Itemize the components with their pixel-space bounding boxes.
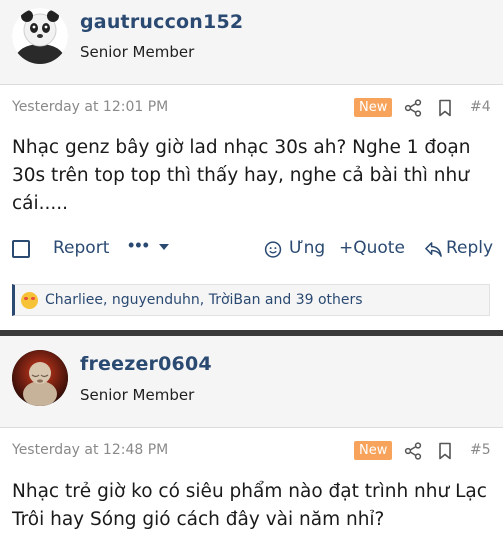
post-content: Nhạc trẻ giờ ko có siêu phẩm nào đạt trì…: [12, 481, 487, 530]
post-number[interactable]: #5: [470, 442, 491, 458]
monk-statue-avatar-icon: [12, 350, 68, 406]
user-title: Senior Member: [80, 386, 195, 404]
select-checkbox[interactable]: [12, 240, 30, 258]
more-options-button[interactable]: •••: [128, 235, 150, 256]
post-content: Nhạc genz bây giờ lad nhạc 30s ah? Nghe …: [12, 137, 471, 214]
reply-button[interactable]: Reply: [446, 238, 493, 258]
love-emoji-icon: [21, 292, 38, 309]
post-time[interactable]: Yesterday at 12:01 PM: [12, 99, 168, 115]
chevron-down-icon: [159, 244, 169, 250]
post-time[interactable]: Yesterday at 12:48 PM: [12, 442, 168, 458]
avatar[interactable]: [12, 350, 68, 406]
new-badge: New: [354, 441, 393, 460]
panda-avatar-icon: [12, 8, 68, 64]
share-icon[interactable]: [404, 442, 422, 460]
share-icon[interactable]: [404, 99, 422, 117]
reaction-names[interactable]: Charliee, nguyenduhn, TrờiBan and 39 oth…: [45, 292, 363, 308]
avatar[interactable]: [12, 8, 68, 64]
post-5: freezer0604 Senior Member Yesterday at 1…: [0, 336, 503, 540]
user-title: Senior Member: [80, 43, 195, 61]
reply-icon[interactable]: [424, 241, 443, 258]
quote-button[interactable]: +Quote: [339, 238, 405, 258]
report-button[interactable]: Report: [53, 238, 109, 258]
username[interactable]: gautruccon152: [80, 11, 243, 33]
post-meta: Yesterday at 12:01 PM New #4: [0, 88, 503, 128]
post-meta: Yesterday at 12:48 PM New #5: [0, 431, 503, 471]
post-actions: Report ••• Ưng +Quote Reply: [0, 234, 503, 264]
post-header: freezer0604 Senior Member: [0, 336, 503, 428]
react-smile-icon[interactable]: [264, 240, 283, 259]
post-4: gautruccon152 Senior Member Yesterday at…: [0, 0, 503, 330]
new-badge: New: [354, 98, 393, 117]
post-header: gautruccon152 Senior Member: [0, 0, 503, 85]
bookmark-icon[interactable]: [437, 442, 453, 460]
username[interactable]: freezer0604: [80, 353, 212, 375]
reactions-bar[interactable]: Charliee, nguyenduhn, TrờiBan and 39 oth…: [12, 284, 490, 316]
bookmark-icon[interactable]: [437, 99, 453, 117]
post-number[interactable]: #4: [470, 99, 491, 115]
react-button[interactable]: Ưng: [289, 238, 325, 258]
